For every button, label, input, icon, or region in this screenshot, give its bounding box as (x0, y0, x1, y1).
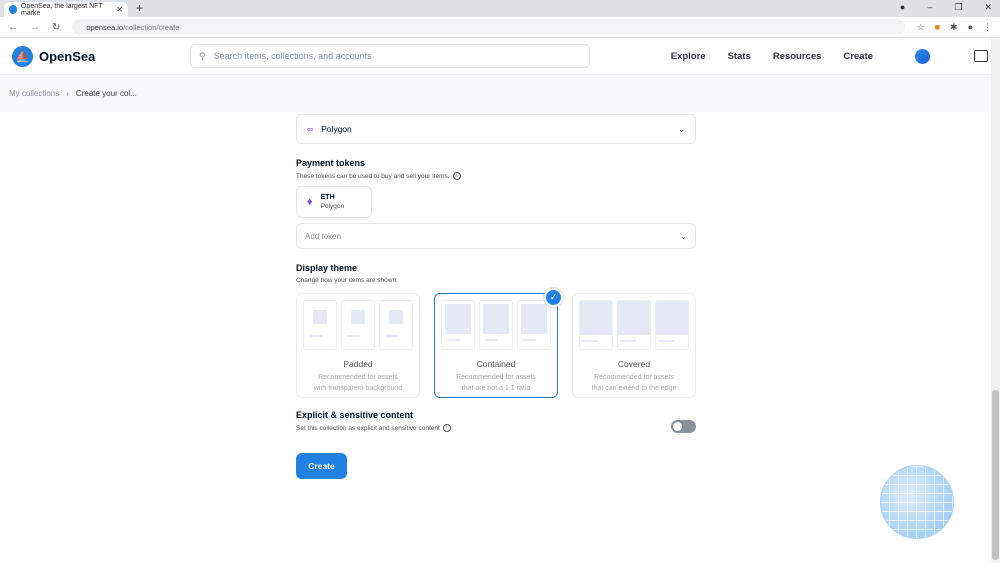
bookmark-star-icon[interactable]: ☆ (917, 22, 925, 33)
new-tab-button[interactable]: + (136, 1, 143, 15)
address-bar-row: ← → ↻ opensea.io/collection/create ☆ ■ ✱ ● ⋮ (0, 17, 1000, 38)
token-name: ETH (320, 194, 335, 201)
polygon-icon: ∞ (307, 124, 314, 134)
globe-graphic (880, 465, 954, 539)
breadcrumb-current: Create your col... (75, 89, 137, 98)
search-placeholder: Search items, collections, and accounts (213, 51, 372, 61)
payment-tokens-subtitle: These tokens can be used to buy and sell… (296, 172, 450, 180)
explicit-subtitle: Set this collection as explicit and sens… (296, 424, 440, 432)
browser-tab[interactable]: OpenSea, the largest NFT marke ✕ (4, 2, 128, 17)
theme-name: Contained (476, 359, 516, 369)
profile-icon[interactable]: ● (968, 22, 973, 33)
theme-desc: Recommended for assets (456, 374, 536, 381)
breadcrumb-separator-icon: › (66, 89, 69, 98)
theme-name: Covered (617, 359, 651, 369)
display-theme-title: Display theme (296, 263, 358, 273)
brand-name: OpenSea (39, 48, 96, 64)
tab-title: OpenSea, the largest NFT marke (20, 2, 103, 17)
site-header: ⛵ OpenSea ⚲ Search items, collections, and… (0, 38, 1000, 75)
theme-name: Padded (343, 359, 373, 369)
nav-resources[interactable]: Resources (773, 51, 822, 62)
add-token-select[interactable]: Add token ⌄ (296, 223, 696, 249)
account-avatar[interactable] (915, 48, 930, 64)
chevron-down-icon: ⌄ (678, 124, 685, 134)
opensea-logo-icon: ⛵ (12, 45, 33, 67)
breadcrumb-my-collections[interactable]: My collections (9, 89, 59, 98)
explicit-title: Explicit & sensitive content (296, 410, 414, 420)
wallet-icon[interactable] (974, 50, 988, 62)
url-path: /collection/create (123, 22, 180, 32)
theme-option-covered[interactable]: Covered Recommended for assets that can e… (572, 293, 696, 398)
info-icon[interactable]: i (452, 172, 461, 180)
forward-button[interactable]: → (30, 22, 40, 33)
checkmark-icon: ✓ (544, 288, 563, 307)
theme-desc: that are not a 1:1 ratio (461, 385, 531, 392)
url-domain: opensea.io (86, 22, 124, 32)
blockchain-value: Polygon (321, 124, 352, 134)
token-eth: ♦ ETH Polygon (296, 186, 372, 218)
media-icon[interactable]: ● (900, 2, 905, 13)
reload-button[interactable]: ↻ (52, 22, 60, 33)
search-input[interactable]: ⚲ Search items, collections, and accounts (190, 44, 590, 68)
nav-explore[interactable]: Explore (671, 51, 706, 62)
close-tab-icon[interactable]: ✕ (116, 5, 123, 14)
theme-desc: that can extend to the edge (591, 385, 677, 392)
add-token-placeholder: Add token (305, 231, 342, 241)
metamask-icon[interactable]: ■ (935, 22, 940, 33)
opensea-logo[interactable]: ⛵ OpenSea (12, 45, 190, 67)
menu-icon[interactable]: ⋮ (983, 22, 992, 33)
blockchain-select[interactable]: ∞ Polygon ⌄ (296, 114, 696, 144)
eth-icon: ♦ (307, 196, 313, 208)
breadcrumb: My collections › Create your col... (0, 75, 1000, 112)
token-chain: Polygon (320, 203, 345, 210)
chevron-down-icon: ⌄ (680, 231, 687, 241)
payment-tokens-title: Payment tokens (296, 158, 366, 168)
scrollbar-thumb[interactable] (992, 390, 999, 560)
restore-button[interactable]: ❐ (954, 2, 962, 13)
theme-desc: Recommended for assets (318, 374, 398, 381)
browser-tab-bar: OpenSea, the largest NFT marke ✕ + ● – ❐ ✕ (0, 0, 1000, 17)
back-button[interactable]: ← (8, 22, 18, 33)
url-field[interactable]: opensea.io/collection/create (72, 19, 905, 35)
theme-desc: with transparent background (313, 385, 403, 392)
theme-option-contained[interactable]: ✓ Contained Recommended for assets that a… (434, 288, 563, 398)
search-icon: ⚲ (199, 50, 206, 61)
scrollbar[interactable] (991, 38, 1000, 563)
create-collection-form: ∞ Polygon ⌄ Payment tokens These tokens ca… (296, 112, 696, 479)
create-button[interactable]: Create (296, 453, 347, 479)
theme-desc: Recommended for assets (594, 374, 674, 381)
minimize-button[interactable]: – (927, 2, 932, 13)
info-icon[interactable]: i (442, 424, 451, 432)
close-window-button[interactable]: ✕ (984, 2, 992, 13)
nav-create[interactable]: Create (843, 51, 873, 62)
nav-stats[interactable]: Stats (728, 51, 751, 62)
explicit-toggle[interactable] (671, 420, 696, 433)
theme-option-padded[interactable]: Padded Recommended for assets with transp… (296, 293, 420, 398)
extensions-icon[interactable]: ✱ (950, 22, 958, 33)
display-theme-subtitle: Change how your items are shown. (296, 277, 398, 284)
opensea-favicon-icon (9, 5, 17, 14)
